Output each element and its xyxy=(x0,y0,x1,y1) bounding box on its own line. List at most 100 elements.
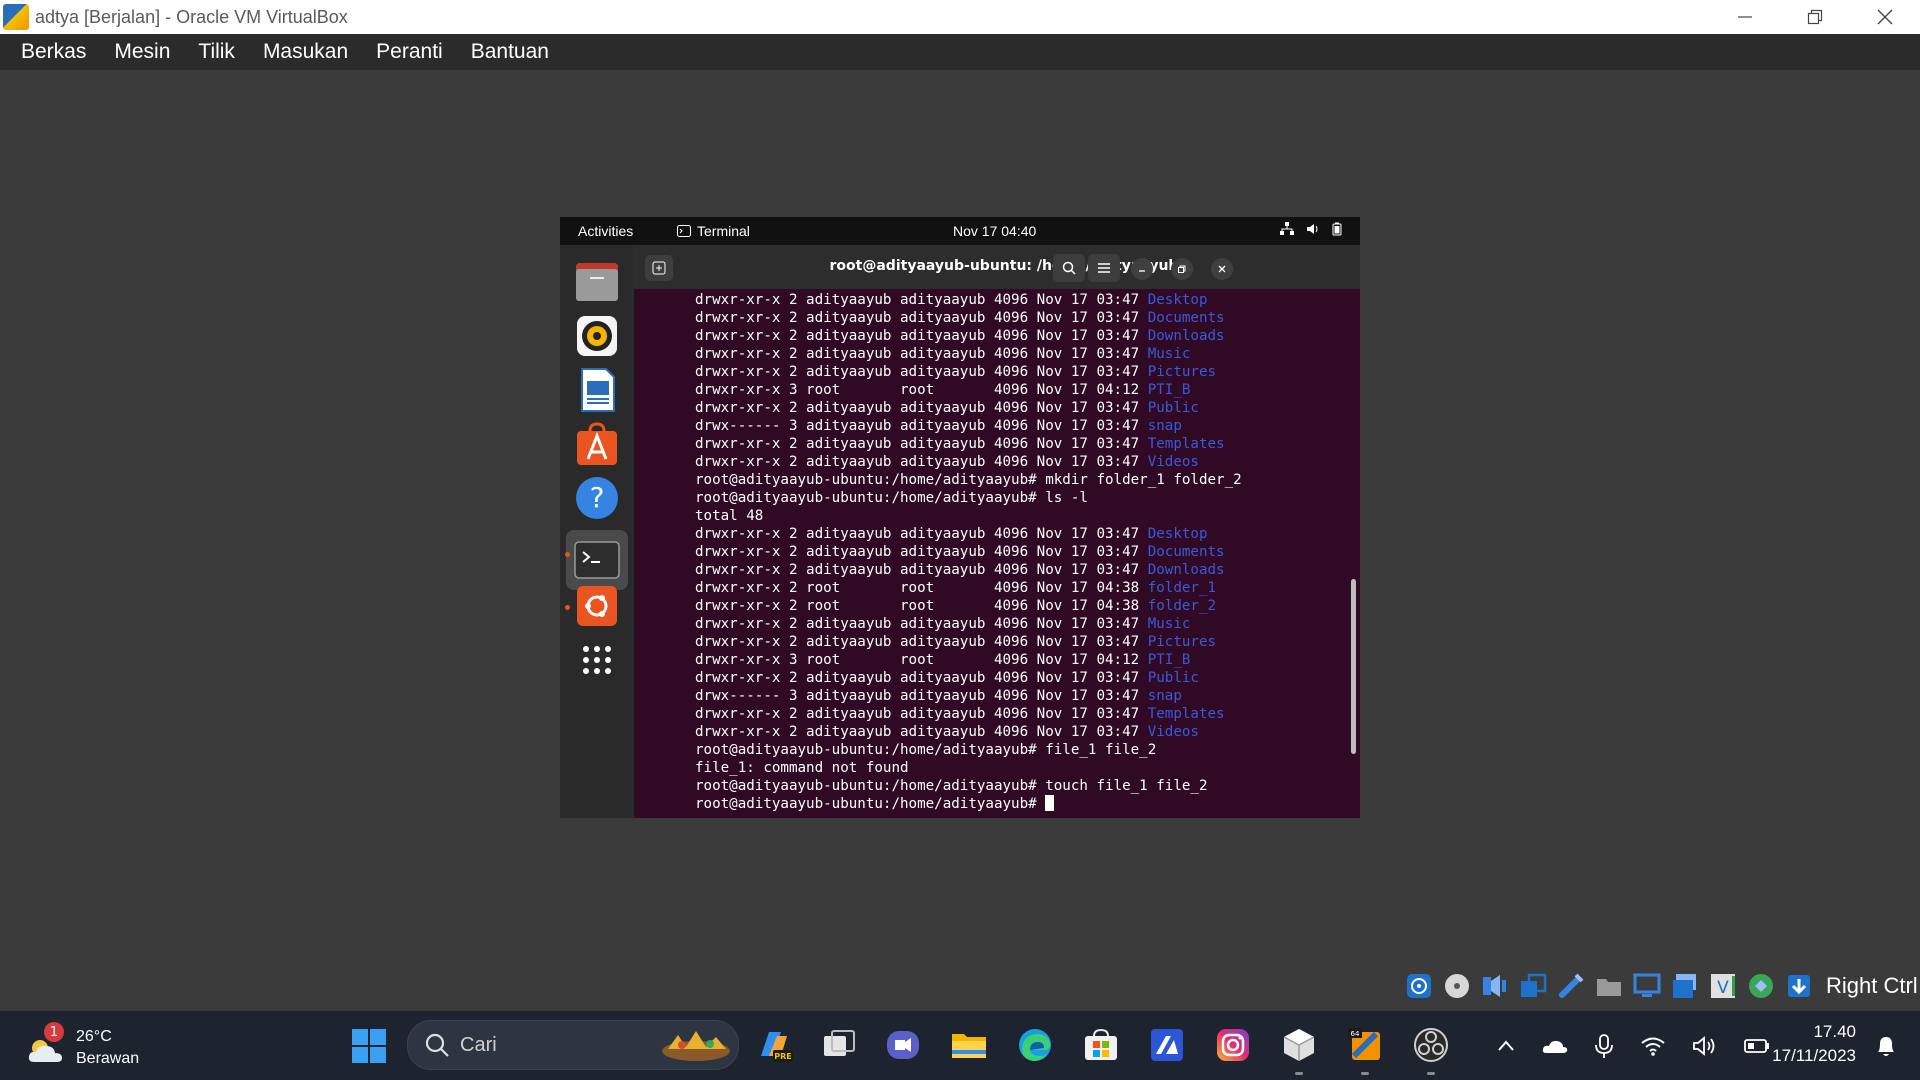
svg-text:V: V xyxy=(1717,978,1729,998)
host-title-bar: adtya [Berjalan] - Oracle VM VirtualBox xyxy=(0,0,1920,34)
start-button[interactable] xyxy=(351,1028,387,1064)
menu-bantuan[interactable]: Bantuan xyxy=(457,40,563,64)
obs-studio-icon[interactable] xyxy=(1412,1026,1450,1064)
close-button[interactable] xyxy=(1850,0,1920,34)
terminal-line-text: drwxr-xr-x 2 adityaayub adityaayub 4096 … xyxy=(695,544,1148,560)
directory-name: folder_1 xyxy=(1147,580,1217,596)
usb-icon[interactable] xyxy=(1556,971,1586,1001)
terminal-line-text: drwxr-xr-x 3 root root 4096 Nov 17 04:12 xyxy=(695,652,1148,668)
network-icon xyxy=(1280,222,1294,235)
menu-mesin[interactable]: Mesin xyxy=(100,40,184,64)
app-menu-terminal[interactable]: Terminal xyxy=(677,223,750,239)
terminal-line-text: drwxr-xr-x 2 adityaayub adityaayub 4096 … xyxy=(695,634,1148,650)
file-explorer-icon[interactable] xyxy=(950,1026,988,1064)
terminal-line-text: root@adityaayub-ubuntu:/home/adityaayub#… xyxy=(695,742,1157,758)
search-highlight-icon xyxy=(662,1031,730,1061)
onedrive-icon[interactable] xyxy=(1542,1035,1568,1057)
keyboard-capture-icon[interactable] xyxy=(1784,971,1814,1001)
battery-icon[interactable] xyxy=(1744,1037,1770,1055)
terminal-cursor xyxy=(1045,795,1055,811)
terminal-line: drwxr-xr-x 2 adityaayub adityaayub 4096 … xyxy=(695,561,1360,579)
terminal-line: drwxr-xr-x 2 adityaayub adityaayub 4096 … xyxy=(695,309,1360,327)
wifi-icon[interactable] xyxy=(1640,1035,1666,1057)
virtualbox-manager-icon[interactable] xyxy=(1280,1026,1318,1064)
menu-masukan[interactable]: Masukan xyxy=(249,40,362,64)
dock-rhythmbox[interactable] xyxy=(574,313,620,359)
recording-icon[interactable] xyxy=(1670,971,1700,1001)
shared-folders-icon[interactable] xyxy=(1594,971,1624,1001)
speaker-icon[interactable] xyxy=(1692,1035,1718,1057)
rhythmbox-icon xyxy=(577,316,617,356)
terminal-header-bar: root@adityaayub-ubuntu: /home/adityaayub xyxy=(634,245,1360,289)
weather-widget[interactable]: 1 26°C Berawan xyxy=(26,1022,140,1070)
virtualbox-vm-icon[interactable]: 64 xyxy=(1346,1026,1384,1064)
terminal-scrollbar[interactable] xyxy=(1351,579,1356,754)
terminal-output[interactable]: drwxr-xr-x 2 adityaayub adityaayub 4096 … xyxy=(634,289,1360,818)
dock-software[interactable] xyxy=(574,421,620,467)
terminal-line: drwx------ 3 adityaayub adityaayub 4096 … xyxy=(695,417,1360,435)
dock-show-apps[interactable] xyxy=(574,637,620,683)
weather-badge: 1 xyxy=(44,1022,64,1042)
microsoft-store-icon[interactable] xyxy=(1082,1026,1120,1064)
hamburger-menu-icon xyxy=(1098,263,1110,273)
running-app-indicator xyxy=(1427,1072,1435,1075)
terminal-line: drwxr-xr-x 2 adityaayub adityaayub 4096 … xyxy=(695,435,1360,453)
files-icon xyxy=(576,263,618,301)
weather-description: Berawan xyxy=(76,1050,140,1067)
terminal-close-button[interactable] xyxy=(1211,258,1233,280)
terminal-line-text: drwxr-xr-x 2 root root 4096 Nov 17 04:38 xyxy=(695,598,1148,614)
terminal-menu-button[interactable] xyxy=(1088,254,1120,282)
terminal-line-text: drwxr-xr-x 2 adityaayub adityaayub 4096 … xyxy=(695,526,1148,542)
dock-writer[interactable] xyxy=(574,367,620,413)
terminal-line: root@adityaayub-ubuntu:/home/adityaayub#… xyxy=(695,471,1360,489)
vscode-like-icon[interactable] xyxy=(1148,1026,1186,1064)
terminal-maximize-button[interactable] xyxy=(1171,258,1193,280)
vm-screen[interactable]: Activities Terminal Nov 17 04:40 ? root@… xyxy=(560,217,1360,818)
menu-berkas[interactable]: Berkas xyxy=(7,40,100,64)
audio-icon[interactable] xyxy=(1480,971,1510,1001)
copilot-preview-icon[interactable]: PRE xyxy=(755,1026,793,1064)
teams-chat-icon[interactable] xyxy=(884,1026,922,1064)
clock-date: 17/11/2023 xyxy=(1772,1046,1856,1065)
restore-button[interactable] xyxy=(1780,0,1850,34)
directory-name: Templates xyxy=(1147,436,1225,452)
gnome-clock[interactable]: Nov 17 04:40 xyxy=(953,223,1036,239)
mouse-integration-icon[interactable] xyxy=(1746,971,1776,1001)
terminal-line-text: drwxr-xr-x 2 adityaayub adityaayub 4096 … xyxy=(695,616,1148,632)
instagram-icon[interactable] xyxy=(1214,1026,1252,1064)
terminal-search-button[interactable] xyxy=(1053,254,1085,282)
hard-disk-icon[interactable] xyxy=(1404,971,1434,1001)
terminal-minimize-button[interactable] xyxy=(1131,258,1153,280)
terminal-small-icon xyxy=(677,225,691,237)
terminal-line: drwxr-xr-x 2 adityaayub adityaayub 4096 … xyxy=(695,453,1360,471)
optical-drive-icon[interactable] xyxy=(1442,971,1472,1001)
display-icon[interactable] xyxy=(1632,971,1662,1001)
edge-browser-icon[interactable] xyxy=(1016,1026,1054,1064)
dock-files[interactable] xyxy=(574,259,620,305)
terminal-line: drwxr-xr-x 2 adityaayub adityaayub 4096 … xyxy=(695,543,1360,561)
activities-button[interactable]: Activities xyxy=(578,223,633,239)
network-adapter-icon[interactable] xyxy=(1518,971,1548,1001)
terminal-line: drwxr-xr-x 2 root root 4096 Nov 17 04:38… xyxy=(695,579,1360,597)
gnome-system-tray[interactable] xyxy=(1280,222,1342,236)
microphone-icon[interactable] xyxy=(1594,1033,1614,1059)
terminal-line: drwxr-xr-x 3 root root 4096 Nov 17 04:12… xyxy=(695,651,1360,669)
vt-x-icon[interactable]: V xyxy=(1708,971,1738,1001)
terminal-line: drwxr-xr-x 2 root root 4096 Nov 17 04:38… xyxy=(695,597,1360,615)
taskbar-search[interactable]: Cari xyxy=(407,1020,739,1070)
chevron-up-icon[interactable] xyxy=(1496,1036,1516,1056)
terminal-line: drwxr-xr-x 2 adityaayub adityaayub 4096 … xyxy=(695,669,1360,687)
minimize-button[interactable] xyxy=(1710,0,1780,34)
menu-tilik[interactable]: Tilik xyxy=(184,40,249,64)
taskbar-clock[interactable]: 17.40 17/11/2023 xyxy=(1772,1020,1856,1068)
terminal-line: drwxr-xr-x 2 adityaayub adityaayub 4096 … xyxy=(695,291,1360,309)
task-view-icon[interactable] xyxy=(820,1026,858,1064)
search-icon xyxy=(1062,261,1076,275)
dock-terminal[interactable] xyxy=(566,530,628,590)
dock-ubuntu[interactable] xyxy=(574,583,620,629)
help-icon: ? xyxy=(576,477,618,519)
dock-help[interactable]: ? xyxy=(574,475,620,521)
terminal-lines: drwxr-xr-x 2 adityaayub adityaayub 4096 … xyxy=(695,291,1360,813)
notification-bell-icon[interactable] xyxy=(1874,1033,1898,1059)
menu-peranti[interactable]: Peranti xyxy=(362,40,457,64)
